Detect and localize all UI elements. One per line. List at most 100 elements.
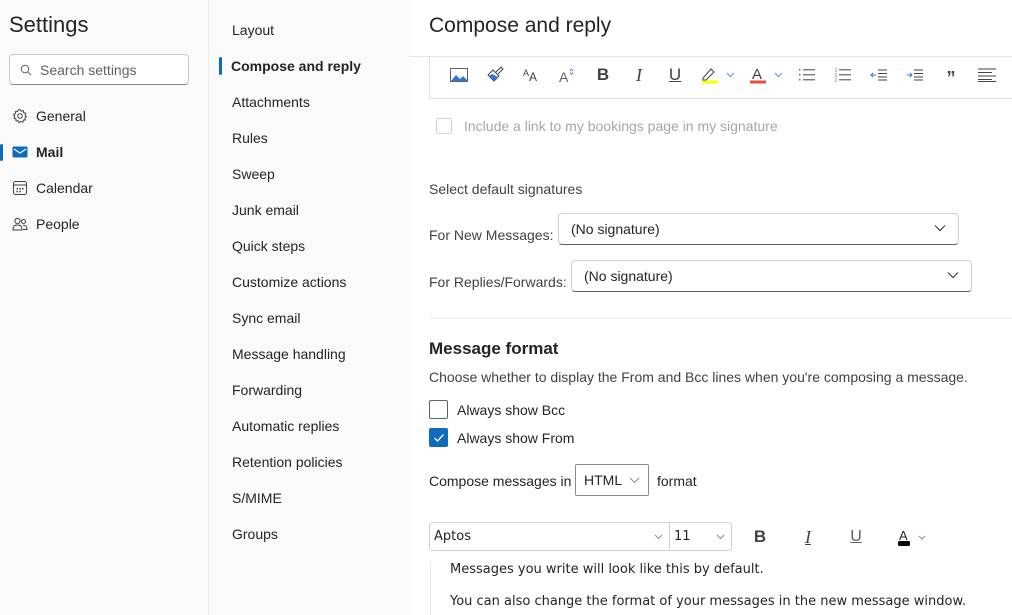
format-painter-button[interactable] [484,64,506,86]
always-show-from-label: Always show From [457,429,575,446]
highlight-button[interactable] [700,64,740,86]
page-title: Compose and reply [429,14,612,37]
font-size-dropdown[interactable]: 11 [669,522,732,551]
mail-icon [12,144,28,160]
preview-line-2: You can also change the format of your m… [450,594,967,609]
checkmark-icon [433,433,444,442]
subnav-attachments[interactable]: Attachments [232,90,310,114]
message-format-heading: Message format [429,339,559,358]
underline-icon: U [850,528,862,545]
font-color-button[interactable]: A [748,64,788,86]
font-size-icon: AA [523,68,537,83]
chevron-down-icon [654,534,663,540]
quote-icon: ” [946,68,956,88]
subnav-sync-email[interactable]: Sync email [232,306,300,330]
compose-format-value: HTML [584,472,623,488]
subnav-forwarding[interactable]: Forwarding [232,378,302,402]
message-format-description: Choose whether to display the From and B… [429,369,968,385]
replies-forwards-label: For Replies/Forwards: [429,274,567,290]
bold-button[interactable]: B [592,64,614,86]
subnav-layout[interactable]: Layout [232,18,274,42]
underline-icon: U [668,65,682,84]
section-divider [429,318,1012,319]
category-people[interactable]: People [0,209,200,239]
subnav-sweep[interactable]: Sweep [232,162,275,186]
subnav-rules[interactable]: Rules [232,126,268,150]
insert-picture-icon [450,68,468,82]
default-font-color-button[interactable]: A [893,525,933,549]
italic-icon: I [805,526,811,547]
new-messages-signature-value: (No signature) [571,221,660,237]
subnav-automatic-replies[interactable]: Automatic replies [232,414,339,438]
subnav-message-handling[interactable]: Message handling [232,342,346,366]
chevron-down-icon [716,534,725,540]
format-painter-icon [487,66,504,82]
replies-forwards-signature-dropdown[interactable]: (No signature) [571,260,972,292]
default-signatures-heading: Select default signatures [429,181,583,197]
font-family-dropdown[interactable]: Aptos [429,522,669,551]
decrease-indent-icon [870,69,887,81]
default-italic-button[interactable]: I [796,525,820,549]
underline-button[interactable]: U [664,64,686,86]
bullets-button[interactable] [796,64,818,86]
new-messages-signature-dropdown[interactable]: (No signature) [558,213,959,245]
replies-forwards-signature-value: (No signature) [584,268,673,284]
change-case-button[interactable]: A [556,64,578,86]
quote-button[interactable]: ” [940,64,962,88]
mail-settings-nav: Layout Compose and reply Attachments Rul… [208,0,409,615]
bookings-link-label: Include a link to my bookings page in my… [464,118,778,134]
align-icon [978,68,996,82]
bullets-icon [799,69,815,81]
calendar-icon [12,180,28,196]
subnav-customize-actions[interactable]: Customize actions [232,270,346,294]
always-show-bcc-checkbox[interactable] [429,400,448,419]
default-underline-button[interactable]: U [844,525,868,549]
subnav-junk-email[interactable]: Junk email [232,198,299,222]
message-format-preview: Messages you write will look like this b… [430,562,990,615]
search-settings-input[interactable] [40,61,180,78]
bold-icon: B [596,65,610,84]
compose-format-dropdown[interactable]: HTML [575,464,649,496]
bookings-link-checkbox[interactable] [436,118,452,134]
always-show-bcc-option[interactable]: Always show Bcc [429,400,565,419]
bookings-link-option[interactable]: Include a link to my bookings page in my… [436,118,778,134]
subnav-compose-and-reply[interactable]: Compose and reply [219,54,361,78]
always-show-from-option[interactable]: Always show From [429,428,574,447]
people-icon [12,216,28,232]
new-messages-label: For New Messages: [429,227,554,243]
category-label: General [36,108,86,124]
font-color-icon: A [750,66,783,84]
category-label: Calendar [36,180,93,196]
align-button[interactable] [976,64,998,86]
always-show-bcc-label: Always show Bcc [457,401,566,418]
italic-button[interactable]: I [628,64,650,86]
subnav-retention-policies[interactable]: Retention policies [232,450,343,474]
settings-category-pane: Settings General Mail Calendar People [0,0,208,615]
category-calendar[interactable]: Calendar [0,173,200,203]
default-bold-button[interactable]: B [748,525,772,549]
category-label: Mail [36,144,64,160]
chevron-down-icon [934,225,946,232]
always-show-from-checkbox[interactable] [429,428,448,447]
compose-format-prefix: Compose messages in [429,473,572,489]
svg-text:A: A [899,528,908,543]
insert-picture-button[interactable] [448,64,470,86]
gear-icon [12,108,28,124]
font-color-icon: A [898,528,926,546]
font-family-value: Aptos [434,529,471,544]
numbering-button[interactable] [832,64,854,86]
category-mail[interactable]: Mail [0,137,200,167]
italic-icon: I [636,64,642,85]
subnav-smime[interactable]: S/MIME [232,486,282,510]
search-settings-box[interactable] [9,54,189,85]
font-size-button[interactable]: AA [520,64,542,86]
preview-line-1: Messages you write will look like this b… [450,562,764,577]
increase-indent-button[interactable] [904,64,926,86]
category-general[interactable]: General [0,101,200,131]
signature-format-toolbar: AA A B I U A ” [429,56,1012,99]
compose-format-suffix: format [657,473,697,489]
subnav-quick-steps[interactable]: Quick steps [232,234,305,258]
subnav-groups[interactable]: Groups [232,522,278,546]
decrease-indent-button[interactable] [868,64,890,86]
svg-text:A: A [752,66,762,83]
